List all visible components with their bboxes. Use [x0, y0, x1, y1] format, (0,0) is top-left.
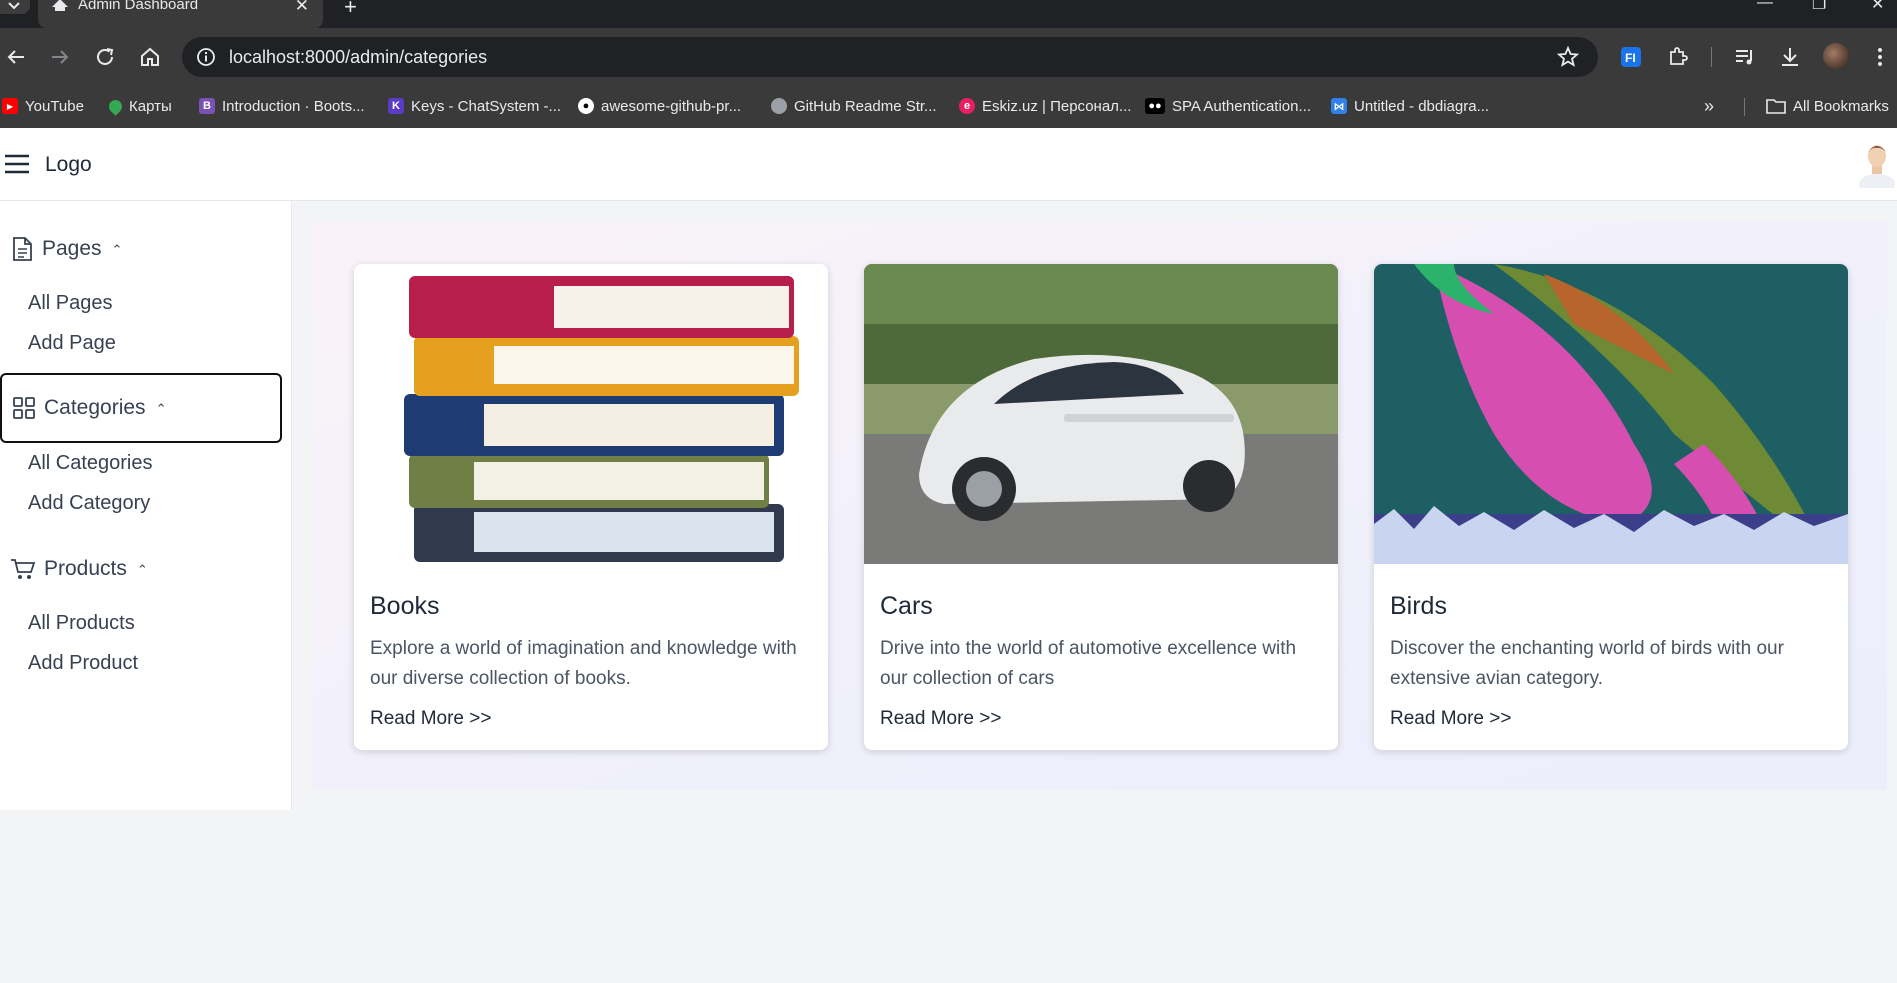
chevron-down-icon [8, 2, 20, 10]
all-bookmarks-folder[interactable]: All Bookmarks [1766, 94, 1889, 118]
dbdiagram-icon: ⋈ [1331, 98, 1347, 114]
sidebar-section-products[interactable]: Products ⌃ [0, 534, 282, 604]
sidebar-item-add-category[interactable]: Add Category [28, 492, 150, 515]
sidebar-item-all-products[interactable]: All Products [28, 612, 135, 635]
tab-search-button[interactable] [0, 0, 30, 14]
globe-icon [771, 98, 787, 114]
grid-icon [13, 397, 35, 419]
read-more-link[interactable]: Read More >> [1390, 708, 1511, 730]
card-description: Drive into the world of automotive excel… [880, 638, 1297, 689]
back-arrow-icon[interactable] [4, 45, 28, 69]
card-description: Discover the enchanting world of birds w… [1390, 638, 1784, 689]
app-header: Logo [0, 128, 1897, 201]
sidebar-item-add-product[interactable]: Add Product [28, 652, 138, 675]
user-avatar[interactable] [1857, 140, 1897, 188]
bookmark-youtube[interactable]: ▶ YouTube [2, 94, 84, 118]
url-text[interactable]: localhost:8000/admin/categories [229, 47, 487, 68]
bookmark-maps[interactable]: Карты [106, 94, 172, 118]
maps-icon [106, 96, 125, 116]
chevron-up-icon: ⌃ [136, 562, 148, 577]
category-card-birds[interactable]: Birds Discover the enchanting world of b… [1374, 264, 1848, 750]
restore-window-icon[interactable]: ❐ [1812, 0, 1826, 14]
home-icon[interactable] [138, 45, 162, 69]
reload-icon[interactable] [93, 45, 117, 69]
eskiz-icon: e [959, 98, 975, 114]
bookmark-eskiz[interactable]: e Eskiz.uz | Персонал... [959, 94, 1131, 118]
folder-icon [1766, 99, 1786, 114]
download-icon[interactable] [1778, 45, 1802, 69]
keys-icon: K [388, 98, 404, 114]
svg-text:FI: FI [1625, 51, 1636, 65]
sidebar-item-all-pages[interactable]: All Pages [28, 292, 113, 315]
card-description: Explore a world of imagination and knowl… [370, 638, 797, 689]
youtube-icon: ▶ [2, 98, 18, 114]
browser-tab-bar: Admin Dashboard ✕ + — ❐ ✕ [0, 0, 1897, 28]
sidebar-section-pages[interactable]: Pages ⌃ [0, 214, 282, 284]
books-image [354, 264, 828, 564]
categories-content: Books Explore a world of imagination and… [313, 222, 1887, 790]
hamburger-menu-icon[interactable] [4, 153, 30, 175]
media-control-icon[interactable] [1733, 45, 1757, 69]
card-title: Cars [880, 592, 933, 620]
read-more-link[interactable]: Read More >> [880, 708, 1001, 730]
bookmark-awesome-github[interactable]: ● awesome-github-pr... [578, 94, 741, 118]
close-window-icon[interactable]: ✕ [1871, 0, 1884, 14]
card-title: Birds [1390, 592, 1447, 620]
bookmark-keys[interactable]: K Keys - ChatSystem -... [388, 94, 561, 118]
home-favicon-icon [52, 0, 68, 11]
bootstrap-icon: B [199, 98, 215, 114]
bookmarks-divider [1744, 98, 1745, 116]
sidebar: Pages ⌃ All Pages Add Page Categories ⌃ … [0, 201, 292, 810]
category-card-books[interactable]: Books Explore a world of imagination and… [354, 264, 828, 750]
extensions-puzzle-icon[interactable] [1666, 45, 1690, 69]
browser-tab[interactable]: Admin Dashboard ✕ [38, 0, 323, 28]
bookmarks-overflow-icon[interactable]: » [1704, 94, 1714, 118]
new-tab-button[interactable]: + [344, 0, 357, 20]
tab-close-icon[interactable]: ✕ [295, 0, 309, 16]
birds-image [1374, 264, 1848, 564]
logo-text[interactable]: Logo [45, 153, 92, 177]
sidebar-item-all-categories[interactable]: All Categories [28, 452, 153, 475]
minimize-window-icon[interactable]: — [1757, 0, 1773, 12]
sidebar-section-categories[interactable]: Categories ⌃ [0, 373, 282, 443]
github-icon: ● [578, 98, 594, 114]
bookmarks-bar: ▶ YouTube Карты B Introduction · Boots... … [0, 86, 1897, 128]
tab-title: Admin Dashboard [78, 0, 199, 13]
toolbar-divider [1711, 47, 1712, 67]
bookmark-dbdiagram[interactable]: ⋈ Untitled - dbdiagra... [1331, 94, 1489, 118]
bookmark-bootstrap[interactable]: B Introduction · Boots... [199, 94, 365, 118]
cars-image [864, 264, 1338, 564]
chevron-up-icon: ⌃ [155, 401, 167, 416]
site-info-icon[interactable] [196, 47, 216, 67]
document-icon [13, 237, 32, 261]
chevron-up-icon: ⌃ [111, 242, 123, 257]
bookmark-spa-auth[interactable]: ●● SPA Authentication... [1145, 94, 1311, 118]
card-title: Books [370, 592, 440, 620]
translate-extension-icon[interactable]: FI [1619, 45, 1643, 69]
browser-toolbar: localhost:8000/admin/categories FI [0, 28, 1897, 86]
profile-avatar[interactable] [1823, 43, 1849, 69]
bookmark-star-icon[interactable] [1556, 45, 1580, 69]
address-bar[interactable]: localhost:8000/admin/categories [182, 37, 1598, 77]
sidebar-item-add-page[interactable]: Add Page [28, 332, 116, 355]
forward-arrow-icon[interactable] [48, 45, 72, 69]
read-more-link[interactable]: Read More >> [370, 708, 491, 730]
cart-icon [11, 559, 36, 579]
category-card-cars[interactable]: Cars Drive into the world of automotive … [864, 264, 1338, 750]
bookmark-github-readme[interactable]: GitHub Readme Str... [771, 94, 937, 118]
medium-icon: ●● [1145, 98, 1165, 114]
more-menu-icon[interactable] [1868, 45, 1892, 69]
